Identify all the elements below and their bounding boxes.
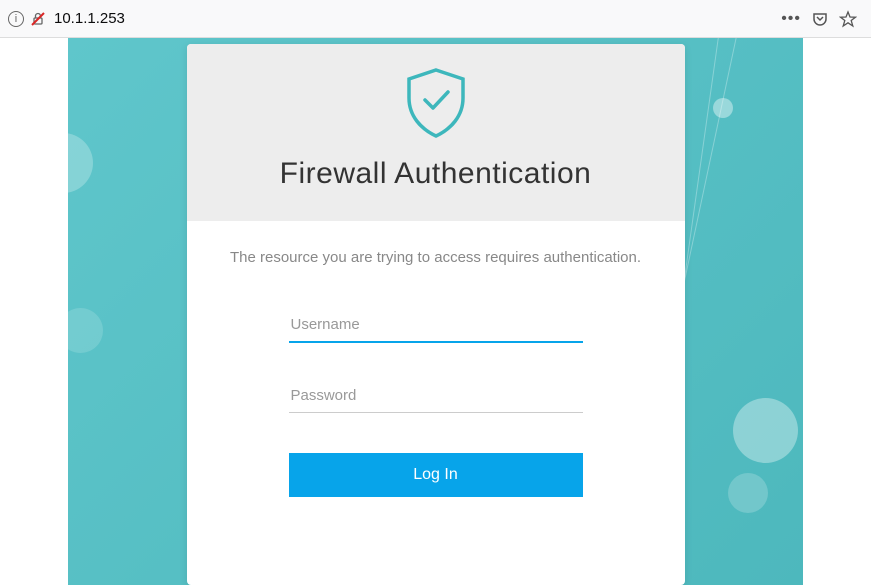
bookmark-star-icon[interactable] (839, 10, 857, 28)
card-header: Firewall Authentication (187, 44, 685, 221)
password-wrapper (289, 379, 583, 413)
page-actions-icon[interactable]: ••• (781, 10, 801, 28)
card-body: The resource you are trying to access re… (187, 221, 685, 537)
browser-right-icons: ••• (781, 10, 863, 28)
insecure-lock-icon[interactable] (30, 11, 46, 27)
decorative-circle (728, 473, 768, 513)
browser-address-bar: i 10.1.1.253 ••• (0, 0, 871, 38)
pocket-icon[interactable] (811, 10, 829, 28)
decorative-circle (68, 308, 103, 353)
info-icon[interactable]: i (8, 11, 24, 27)
background-panel: Firewall Authentication The resource you… (68, 38, 803, 585)
url-area[interactable]: i 10.1.1.253 (8, 0, 781, 37)
username-wrapper (289, 308, 583, 343)
brand-logo: JUNIPer (379, 554, 491, 585)
subtitle-text: The resource you are trying to access re… (217, 249, 655, 266)
login-button[interactable]: Log In (289, 453, 583, 497)
login-card: Firewall Authentication The resource you… (187, 44, 685, 585)
page-title: Firewall Authentication (207, 157, 665, 191)
decorative-circle (68, 133, 93, 193)
decorative-circle (733, 398, 798, 463)
shield-check-icon (401, 66, 471, 145)
login-form (289, 308, 583, 413)
password-input[interactable] (289, 379, 583, 413)
page-content: Firewall Authentication The resource you… (0, 38, 871, 585)
username-input[interactable] (289, 308, 583, 343)
url-text[interactable]: 10.1.1.253 (54, 10, 125, 27)
